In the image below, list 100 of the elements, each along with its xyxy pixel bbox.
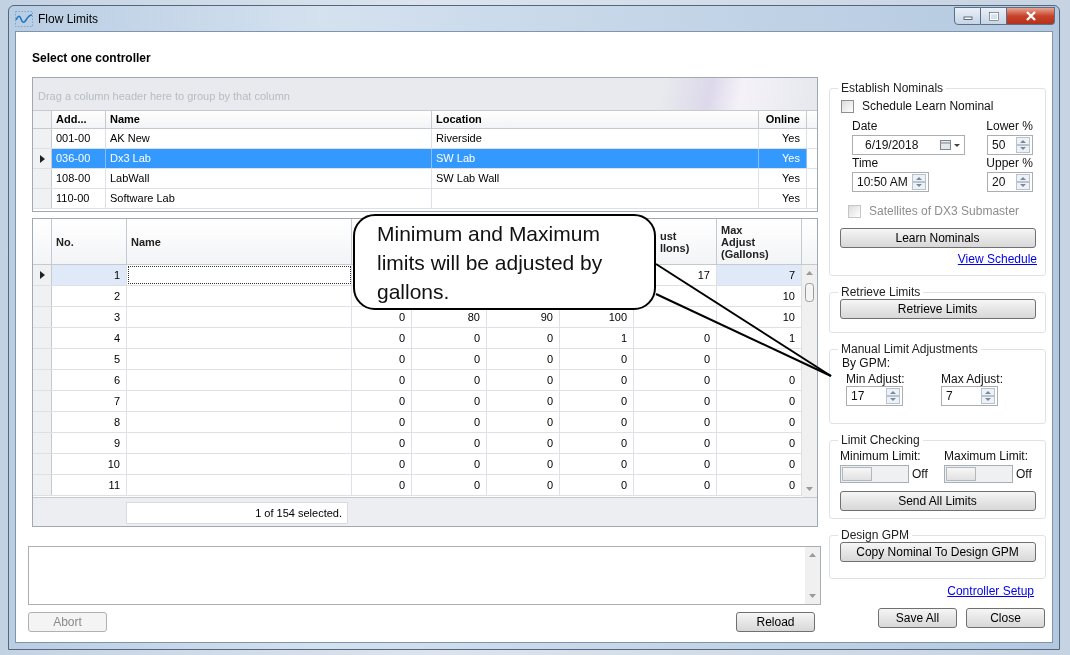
row-header[interactable] [33, 149, 52, 168]
table-cell: 0 [487, 475, 560, 495]
column-header[interactable]: Max Adjust (Gallons) [721, 223, 769, 260]
table-cell: 0 [560, 391, 634, 411]
send-limits-button[interactable]: Send All Limits [839, 491, 1036, 511]
spinner-icon[interactable] [1016, 174, 1030, 190]
maximize-button[interactable] [981, 7, 1007, 25]
table-cell: 110-00 [52, 189, 106, 208]
table-cell: 0 [352, 370, 412, 390]
table-cell: 0 [560, 454, 634, 474]
table-cell: 0 [560, 433, 634, 453]
table-cell: Dx3 Lab [106, 149, 432, 168]
table-cell: 8 [52, 412, 127, 432]
table-cell: SW Lab Wall [432, 169, 759, 188]
table-cell: 0 [560, 412, 634, 432]
table-cell: 0 [352, 412, 412, 432]
table-cell: 0 [412, 349, 487, 369]
column-header[interactable]: Name [131, 235, 161, 248]
link[interactable]: View Schedule [957, 252, 1037, 266]
copy-nominal-button[interactable]: Copy Nominal To Design GPM [839, 542, 1036, 562]
save-all-button[interactable]: Save All [878, 608, 957, 628]
table-cell: 0 [634, 412, 717, 432]
table-cell: 0 [634, 391, 717, 411]
table-cell: 0 [634, 433, 717, 453]
field-label: Min Adjust: [846, 372, 906, 386]
table-cell: 0 [487, 412, 560, 432]
table-cell: AK New [106, 129, 432, 148]
field-label: Minimum Limit: [840, 449, 922, 463]
date-field[interactable]: 6/19/2018 [852, 135, 965, 155]
vertical-scrollbar[interactable] [802, 265, 817, 497]
table-cell: 0 [412, 370, 487, 390]
spinner-icon[interactable] [981, 388, 995, 404]
column-header[interactable]: Name [106, 111, 432, 128]
table-cell: 0 [634, 370, 717, 390]
learn-nominals-button[interactable]: Learn Nominals [839, 228, 1036, 248]
table-cell: 108-00 [52, 169, 106, 188]
spinner-icon[interactable] [886, 388, 900, 404]
table-row[interactable]: 108-00 LabWall SW Lab Wall Yes [33, 169, 817, 189]
spinner-icon[interactable] [1016, 137, 1030, 153]
selection-count: 1 of 154 selected. [126, 502, 348, 524]
table-cell: 0 [487, 433, 560, 453]
field-label: Upper % [986, 156, 1033, 171]
group-title: Design GPM [840, 528, 911, 542]
table-cell: 0 [487, 391, 560, 411]
table-row[interactable]: 110-00 Software Lab Yes [33, 189, 817, 209]
table-cell: 0 [412, 454, 487, 474]
table-cell: 0 [487, 328, 560, 348]
table-cell: 001-00 [52, 129, 106, 148]
table-cell: 0 [634, 454, 717, 474]
toggle-switch[interactable] [840, 465, 909, 483]
close-icon [1024, 11, 1037, 21]
table-cell: 0 [487, 370, 560, 390]
table-cell: 0 [352, 475, 412, 495]
table-cell: 6 [52, 370, 127, 390]
table-cell: 0 [352, 433, 412, 453]
toggle-switch[interactable] [944, 465, 1013, 483]
link[interactable]: Controller Setup [947, 584, 1034, 598]
column-header[interactable]: ust llons) [660, 229, 690, 254]
table-cell: Riverside [432, 129, 759, 148]
column-header[interactable]: Location [432, 111, 759, 128]
table-cell: 4 [52, 328, 127, 348]
spin-field[interactable]: 50 [987, 135, 1033, 155]
spin-field[interactable]: 20 [987, 172, 1033, 192]
close-button[interactable]: Close [966, 608, 1045, 628]
group-title: Limit Checking [840, 433, 921, 447]
section-label: By GPM: [842, 356, 891, 370]
field-label: Maximum Limit: [944, 449, 1029, 463]
table-cell: 0 [560, 475, 634, 495]
table-cell: 0 [634, 328, 717, 348]
spinner-icon[interactable] [912, 174, 926, 190]
column-header[interactable]: Add... [52, 111, 106, 128]
spin-field[interactable]: 17 [846, 386, 903, 406]
spin-field[interactable]: 7 [941, 386, 998, 406]
table-cell: Yes [759, 169, 807, 188]
wave-icon [15, 10, 33, 27]
table-cell: 9 [52, 433, 127, 453]
table-cell: Yes [759, 189, 807, 208]
table-cell: 1 [560, 328, 634, 348]
time-field[interactable]: 10:50 AM [852, 172, 929, 192]
retrieve-limits-button[interactable]: Retrieve Limits [839, 299, 1036, 319]
column-header[interactable]: Online [759, 111, 807, 128]
table-cell: 7 [717, 265, 802, 285]
calendar-dropdown-icon[interactable] [940, 140, 960, 150]
table-cell: 11 [52, 475, 127, 495]
maximize-icon [988, 11, 999, 21]
column-header[interactable]: No. [56, 235, 74, 248]
checkbox-label: Satellites of DX3 Submaster [869, 204, 1020, 218]
vertical-scrollbar[interactable] [805, 547, 820, 604]
checkbox[interactable] [841, 99, 854, 113]
row-header[interactable] [33, 265, 52, 285]
window-title: Flow Limits [38, 11, 98, 26]
reload-button[interactable]: Reload [736, 612, 815, 632]
field-label: Date [852, 119, 879, 134]
field-label: Lower % [986, 119, 1033, 134]
table-cell: 1 [52, 265, 127, 285]
close-button[interactable] [1007, 7, 1055, 25]
row-pointer-icon [39, 154, 45, 163]
table-cell: 0 [560, 370, 634, 390]
group-title: Establish Nominals [840, 81, 945, 95]
minimize-button[interactable] [954, 7, 981, 25]
